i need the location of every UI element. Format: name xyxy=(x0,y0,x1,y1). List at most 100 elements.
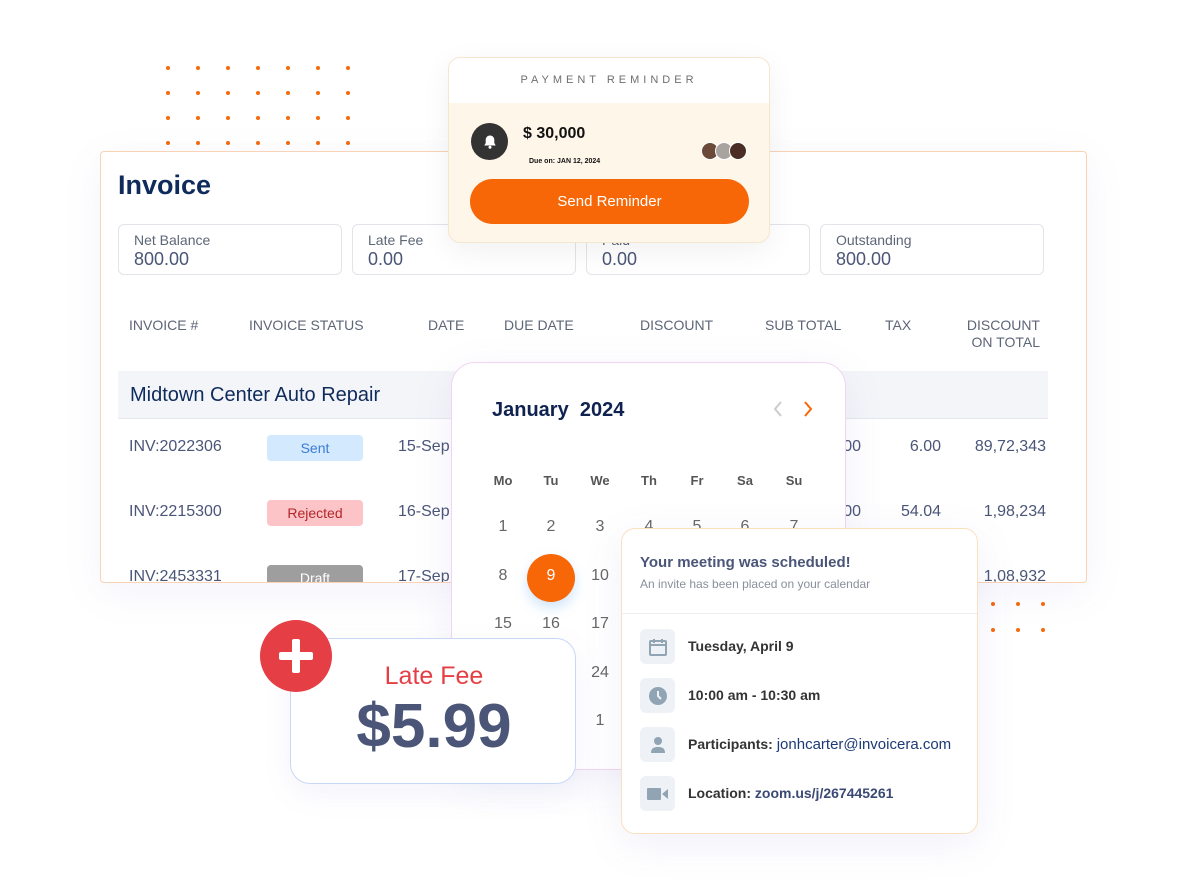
meeting-date-row: Tuesday, April 9 xyxy=(640,629,970,664)
reminder-due-date: Due on: JAN 12, 2024 xyxy=(529,158,601,165)
column-header[interactable]: DISCOUNT xyxy=(640,317,713,333)
dot xyxy=(226,66,230,70)
dot xyxy=(166,66,170,70)
dot xyxy=(166,91,170,95)
dot xyxy=(1016,602,1020,606)
calendar-day[interactable]: 15 xyxy=(483,615,523,633)
calendar-day[interactable]: 1 xyxy=(580,712,620,730)
dot xyxy=(286,116,290,120)
meeting-title: Your meeting was scheduled! xyxy=(640,554,851,571)
late-fee-card: Late Fee $5.99 xyxy=(290,638,576,784)
dot xyxy=(256,91,260,95)
column-header[interactable]: SUB TOTAL xyxy=(765,317,841,333)
page-title: Invoice xyxy=(118,170,212,200)
weekday-label: Tu xyxy=(543,473,559,488)
discount-on-total: 89,72,343 xyxy=(974,438,1046,455)
summary-card: Outstanding 800.00 xyxy=(820,224,1044,275)
dot xyxy=(316,91,320,95)
reminder-title: PAYMENT REMINDER xyxy=(449,58,769,103)
person-icon xyxy=(640,727,675,762)
weekday-label: Fr xyxy=(690,473,704,488)
dot xyxy=(226,116,230,120)
weekday-label: Mo xyxy=(493,473,513,488)
calendar-day[interactable]: 16 xyxy=(531,615,571,633)
meeting-participants-row: Participants: jonhcarter@invoicera.com xyxy=(640,727,970,762)
tax: 6.00 xyxy=(909,438,941,455)
calendar-day[interactable]: 1 xyxy=(483,518,523,536)
dot xyxy=(166,141,170,145)
calendar-day[interactable]: 3 xyxy=(580,518,620,536)
dot xyxy=(346,116,350,120)
late-fee-label: Late Fee xyxy=(384,662,484,690)
dot xyxy=(196,141,200,145)
clock-icon xyxy=(640,678,675,713)
participants-email[interactable]: jonhcarter@invoicera.com xyxy=(777,736,951,753)
video-camera-icon xyxy=(640,776,675,811)
dot xyxy=(256,116,260,120)
column-header[interactable]: TAX xyxy=(885,317,911,333)
dot xyxy=(991,628,995,632)
participants-label: Participants: xyxy=(688,736,773,752)
status-badge: Rejected xyxy=(267,500,363,526)
dot xyxy=(286,141,290,145)
dot xyxy=(286,91,290,95)
summary-card: Net Balance 800.00 xyxy=(118,224,342,275)
dot xyxy=(226,91,230,95)
chevron-left-icon xyxy=(773,401,782,417)
dot xyxy=(346,91,350,95)
invoice-number[interactable]: INV:2022306 xyxy=(129,438,222,456)
dot xyxy=(346,66,350,70)
tax: 54.04 xyxy=(900,503,941,520)
calendar-day[interactable]: 2 xyxy=(531,518,571,536)
participant-avatars xyxy=(701,142,751,160)
dot xyxy=(316,66,320,70)
invoice-date: 15-Sep xyxy=(398,438,450,455)
column-header[interactable]: DUE DATE xyxy=(504,317,574,333)
calendar-icon xyxy=(640,629,675,664)
summary-value: 0.00 xyxy=(602,249,638,269)
dot xyxy=(256,66,260,70)
calendar-day[interactable]: 9 xyxy=(531,567,571,585)
dot xyxy=(166,116,170,120)
column-header[interactable]: DATE xyxy=(428,317,464,333)
divider xyxy=(622,613,977,614)
invoice-number[interactable]: INV:2215300 xyxy=(129,503,222,521)
dot xyxy=(991,602,995,606)
column-header[interactable]: INVOICE # xyxy=(129,317,198,333)
dot xyxy=(196,66,200,70)
dot xyxy=(1016,628,1020,632)
summary-value: 800.00 xyxy=(134,249,190,269)
status-badge: Draft xyxy=(267,565,363,582)
calendar-day[interactable]: 10 xyxy=(580,567,620,585)
column-header[interactable]: INVOICE STATUS xyxy=(249,317,364,333)
dot xyxy=(286,66,290,70)
weekday-label: Sa xyxy=(737,473,753,488)
invoice-number[interactable]: INV:2453331 xyxy=(129,568,222,582)
invoice-date: 17-Sep xyxy=(398,568,450,583)
status-badge: Sent xyxy=(267,435,363,461)
discount-on-total: 1,08,932 xyxy=(983,568,1046,583)
group-name: Midtown Center Auto Repair xyxy=(130,384,381,406)
weekday-label: Th xyxy=(641,473,657,488)
year: 2024 xyxy=(579,399,625,421)
plus-icon xyxy=(260,620,332,692)
calendar-day[interactable]: 17 xyxy=(580,615,620,633)
dot xyxy=(316,116,320,120)
meeting-time-row: 10:00 am - 10:30 am xyxy=(640,678,970,713)
meeting-time: 10:00 am - 10:30 am xyxy=(688,687,821,703)
payment-reminder-card: PAYMENT REMINDER $ 30,000 Due on: JAN 12… xyxy=(448,57,770,243)
calendar-day[interactable]: 8 xyxy=(483,567,523,585)
summary-label: Net Balance xyxy=(134,232,211,248)
reminder-amount: $ 30,000 xyxy=(523,125,586,142)
next-month-button[interactable] xyxy=(800,399,816,419)
send-reminder-button[interactable]: Send Reminder xyxy=(470,179,749,224)
dot xyxy=(346,141,350,145)
calendar-day[interactable]: 24 xyxy=(580,664,620,682)
summary-value: 0.00 xyxy=(368,249,404,269)
summary-label: Outstanding xyxy=(836,232,912,248)
column-header[interactable]: DISCOUNT ON TOTAL xyxy=(950,317,1040,351)
month: January xyxy=(492,399,569,421)
prev-month-button[interactable] xyxy=(770,399,786,419)
meeting-location-row: Location: zoom.us/j/267445261 xyxy=(640,776,970,811)
location-link[interactable]: zoom.us/j/267445261 xyxy=(755,785,894,801)
